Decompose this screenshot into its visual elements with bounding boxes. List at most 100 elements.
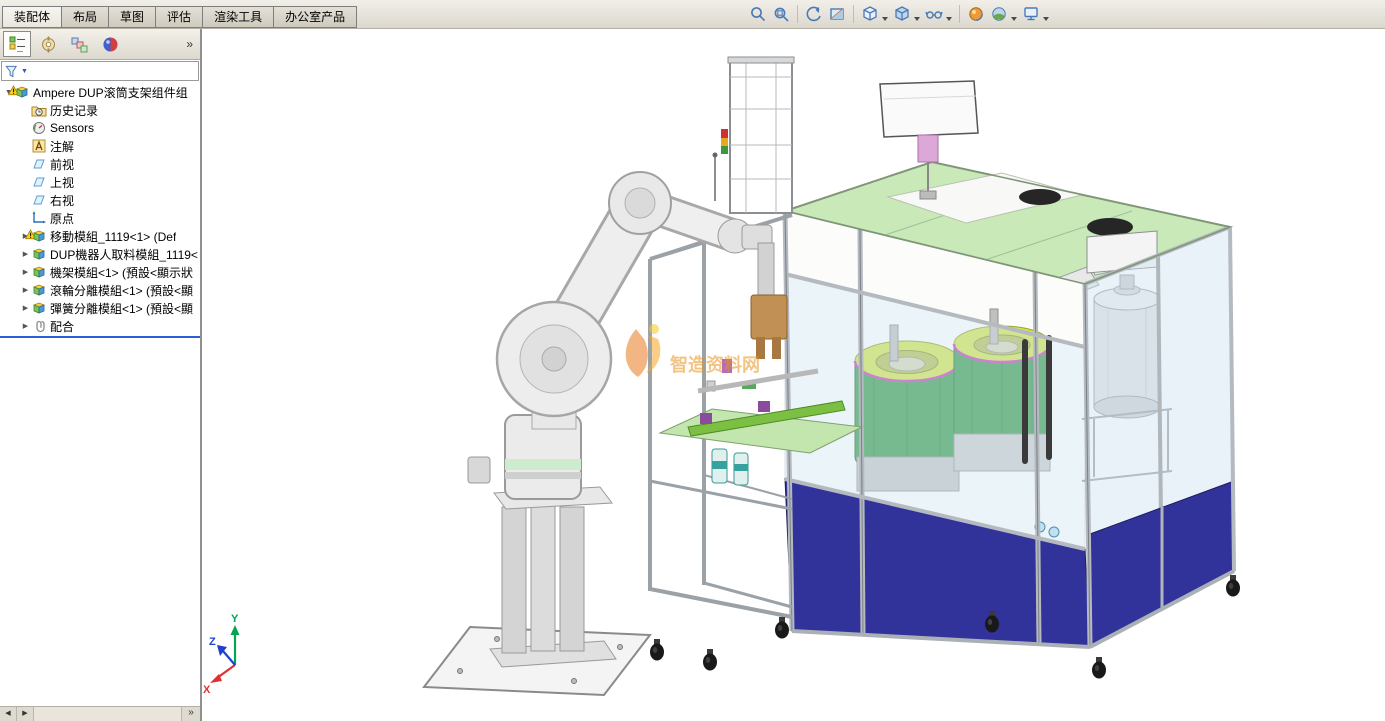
dropdown-caret[interactable]	[946, 17, 952, 21]
section-view-icon[interactable]	[827, 3, 847, 25]
display-style-icon[interactable]	[892, 3, 912, 25]
tree-item-label: 機架模組<1> (預設<顯示狀	[50, 264, 193, 281]
tab-render-tools[interactable]: 渲染工具	[202, 6, 274, 28]
triad-y-label: Y	[231, 613, 239, 625]
hide-show-items-icon[interactable]	[924, 3, 944, 25]
sensors-icon	[31, 120, 47, 136]
tree-item-sensors[interactable]: Sensors	[0, 119, 200, 137]
stack-light	[721, 129, 728, 154]
tree-item-annotations[interactable]: 注解	[0, 137, 200, 155]
machine-enclosure[interactable]	[785, 162, 1240, 679]
view-settings-icon[interactable]	[1021, 3, 1041, 25]
annotations-icon	[31, 138, 47, 154]
filter-caret-icon[interactable]: ▼	[21, 68, 28, 75]
watermark: 智造资料网	[626, 324, 760, 377]
end-effector-gripper[interactable]	[751, 295, 787, 359]
mates-icon	[31, 318, 47, 334]
expand-arrow-icon[interactable]: ▶	[20, 250, 31, 258]
expand-arrow-icon[interactable]: ▶	[20, 286, 31, 294]
tree-item-label: 移動模組_1119<1> (Def	[50, 228, 176, 245]
scroll-right-button[interactable]: ▶	[17, 707, 34, 721]
dropdown-caret[interactable]	[1043, 17, 1049, 21]
scroll-left-button[interactable]: ◀	[0, 707, 17, 721]
tab-sketch[interactable]: 草图	[108, 6, 156, 28]
zoom-to-fit-icon[interactable]	[748, 3, 768, 25]
edit-appearance-icon[interactable]	[966, 3, 986, 25]
door-handle[interactable]	[1046, 335, 1052, 460]
vertical-gantry-tower[interactable]	[713, 57, 795, 213]
toolbar-separator	[797, 5, 798, 23]
plane-icon	[31, 174, 47, 190]
tree-item-roller-separation-module[interactable]: ▶ 滾輪分離模組<1> (預設<顯	[0, 281, 200, 299]
plane-icon	[31, 192, 47, 208]
tree-item-label: 注解	[50, 138, 74, 155]
expand-arrow-icon[interactable]: ▶	[20, 322, 31, 330]
model-view-canvas: 智造资料网 Y X Z	[202, 29, 1385, 721]
tree-item-mates[interactable]: ▶ 配合	[0, 317, 200, 335]
tree-item-label: 滾輪分離模組<1> (預設<顯	[50, 282, 193, 299]
3d-viewport[interactable]: 智造资料网 Y X Z	[202, 29, 1385, 721]
plane-icon	[31, 156, 47, 172]
heads-up-view-toolbar	[748, 3, 1050, 25]
tree-item-label: Ampere DUP滚筒支架组件组	[33, 84, 188, 101]
tree-item-robot-pick-module[interactable]: ▶ DUP機器人取料模組_1119<	[0, 245, 200, 263]
tree-item-label: 前视	[50, 156, 74, 173]
tab-assembly[interactable]: 装配体	[2, 6, 62, 28]
tree-item-label: 配合	[50, 318, 74, 335]
history-folder-icon	[31, 102, 47, 118]
tree-item-moving-module[interactable]: ▶ 移動模組_1119<1> (Def	[0, 227, 200, 245]
tree-item-root-assembly[interactable]: ▼ Ampere DUP滚筒支架组件组	[0, 83, 200, 101]
previous-view-icon[interactable]	[804, 3, 824, 25]
tree-item-label: DUP機器人取料模組_1119<	[50, 246, 198, 263]
dropdown-caret[interactable]	[882, 17, 888, 21]
tree-item-right-plane[interactable]: 右视	[0, 191, 200, 209]
panel-resize-grip[interactable]: »	[181, 707, 200, 721]
panel-collapse-chevron[interactable]: »	[182, 37, 197, 51]
tab-layout[interactable]: 布局	[61, 6, 109, 28]
feature-manager-panel: » ▼ ▼ Ampere DUP滚筒支架组件组 历史记录 Sensors	[0, 29, 202, 721]
tab-office-products[interactable]: 办公室产品	[273, 6, 357, 28]
subassembly-icon	[31, 228, 47, 244]
property-manager-tab-icon[interactable]	[34, 31, 62, 57]
toolbar-separator	[853, 5, 854, 23]
tree-item-top-plane[interactable]: 上视	[0, 173, 200, 191]
dropdown-caret[interactable]	[1011, 17, 1017, 21]
tree-item-label: 彈簧分離模組<1> (預設<顯	[50, 300, 193, 317]
configuration-manager-tab-icon[interactable]	[65, 31, 93, 57]
tree-item-label: 上视	[50, 174, 74, 191]
tree-item-label: Sensors	[50, 121, 94, 135]
triad-z-label: Z	[209, 636, 216, 648]
door-handle[interactable]	[1022, 339, 1028, 464]
filter-icon	[5, 65, 18, 78]
tree-item-origin[interactable]: 原点	[0, 209, 200, 227]
feature-manager-tab-icon[interactable]	[3, 31, 31, 57]
subassembly-icon	[31, 300, 47, 316]
dropdown-caret[interactable]	[914, 17, 920, 21]
tree-item-label: 右视	[50, 192, 74, 209]
subassembly-icon	[31, 246, 47, 262]
panel-splitter[interactable]	[0, 336, 200, 338]
air-filter-units	[712, 449, 748, 485]
feature-tree: ▼ Ampere DUP滚筒支架组件组 历史记录 Sensors 注解	[0, 81, 200, 335]
view-orientation-icon[interactable]	[860, 3, 880, 25]
tree-item-label: 原点	[50, 210, 74, 227]
tree-item-front-plane[interactable]: 前视	[0, 155, 200, 173]
tree-item-frame-module[interactable]: ▶ 機架模組<1> (預設<顯示狀	[0, 263, 200, 281]
zoom-to-area-icon[interactable]	[771, 3, 791, 25]
watermark-text: 智造资料网	[670, 354, 760, 375]
expand-arrow-icon[interactable]: ▶	[20, 268, 31, 276]
subassembly-icon	[31, 282, 47, 298]
tab-evaluate[interactable]: 评估	[155, 6, 203, 28]
apply-scene-icon[interactable]	[989, 3, 1009, 25]
assembly-icon	[14, 84, 30, 100]
tree-filter[interactable]: ▼	[1, 61, 199, 81]
display-manager-tab-icon[interactable]	[96, 31, 124, 57]
tree-item-spring-separation-module[interactable]: ▶ 彈簧分離模組<1> (預設<顯	[0, 299, 200, 317]
tree-item-history[interactable]: 历史记录	[0, 101, 200, 119]
origin-icon	[31, 210, 47, 226]
subassembly-icon	[31, 264, 47, 280]
orientation-triad[interactable]: Y X Z	[203, 613, 240, 696]
expand-arrow-icon[interactable]: ▶	[20, 304, 31, 312]
scroll-track[interactable]	[34, 707, 181, 721]
manager-tab-bar: »	[0, 29, 200, 60]
